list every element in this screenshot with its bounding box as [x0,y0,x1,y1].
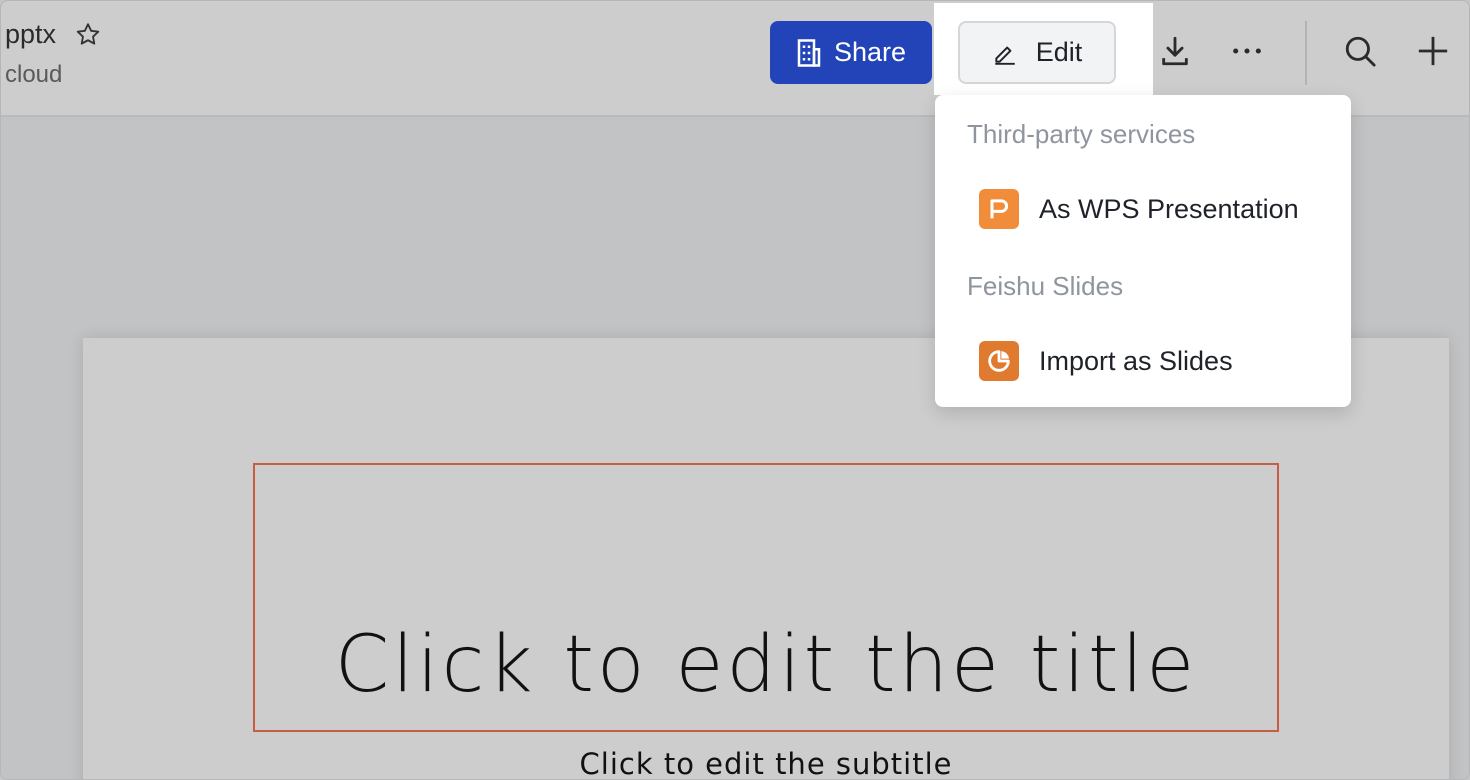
edit-dropdown-menu: Third-party services As WPS Presentation… [935,95,1351,407]
more-icon[interactable] [1227,31,1267,71]
share-label: Share [833,37,907,67]
subtitle-placeholder-text[interactable]: Click to edit the subtitle [1,747,1469,779]
file-name[interactable]: pptx [5,19,56,50]
file-location: cloud [5,61,63,88]
pencil-icon [994,46,1015,65]
menu-item-wps-presentation[interactable]: As WPS Presentation [935,175,1351,243]
edit-label: Edit [1035,37,1083,67]
title-placeholder-box[interactable]: Click to edit the title [253,463,1279,732]
feishu-slides-icon [979,341,1019,381]
menu-item-label: Import as Slides [1039,345,1233,376]
share-button[interactable]: Share [770,21,932,84]
edit-button[interactable]: Edit [958,21,1116,84]
star-icon[interactable] [74,21,102,49]
menu-item-import-as-slides[interactable]: Import as Slides [935,327,1351,395]
title-placeholder-text: Click to edit the title [334,620,1198,710]
file-title: pptx [5,19,102,50]
menu-item-label: As WPS Presentation [1039,193,1299,224]
download-icon[interactable] [1155,31,1195,71]
app-window: Click to edit the title Click to edit th… [0,0,1470,780]
building-icon [797,38,821,67]
group-label-feishu-slides: Feishu Slides [967,271,1124,301]
group-label-third-party: Third-party services [967,119,1196,149]
plus-icon[interactable] [1413,31,1453,71]
toolbar-divider [1305,21,1307,85]
wps-presentation-icon [979,189,1019,229]
search-icon[interactable] [1340,31,1380,71]
